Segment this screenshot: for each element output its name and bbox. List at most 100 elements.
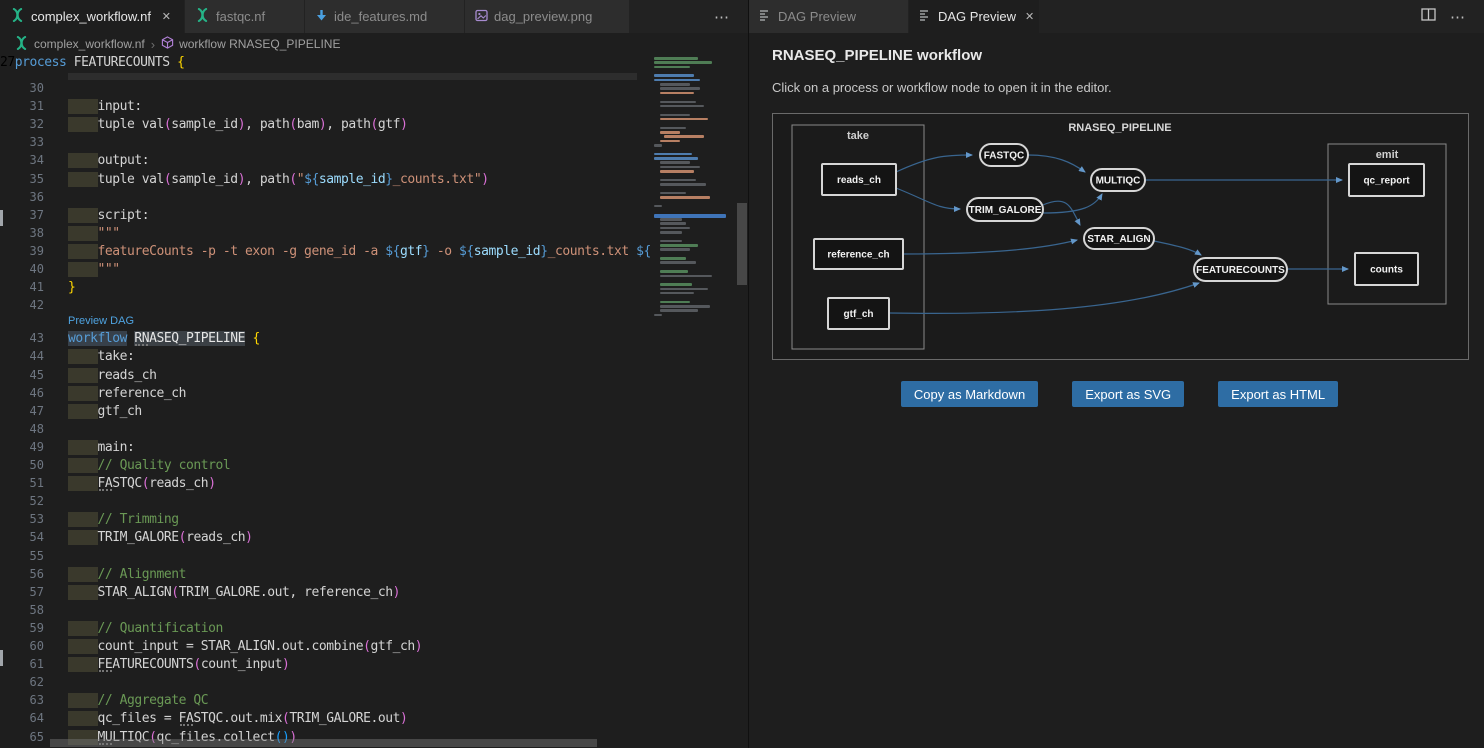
editor-line-54[interactable]: 54 TRIM_GALORE(reads_ch) — [0, 529, 650, 547]
editor-line-48[interactable]: 48 — [0, 421, 650, 439]
editor-line-46[interactable]: 46 reference_ch — [0, 385, 650, 403]
more-actions-icon[interactable]: ⋯ — [1450, 8, 1466, 26]
editor-line-62[interactable]: 62 — [0, 674, 650, 692]
dag-preview-panel: DAG PreviewDAG Preview✕ ⋯ RNASEQ_PIPELINE… — [748, 0, 1484, 748]
code-token: FEATURECOUNTS — [74, 55, 177, 70]
editor-line-42[interactable]: 42 — [0, 297, 650, 315]
editor-line-39[interactable]: 39 featureCounts -p -t exon -g gene_id -… — [0, 243, 650, 261]
dag-node-label-gtf_ch[interactable]: gtf_ch — [844, 309, 874, 320]
tab-dag-preview[interactable]: DAG Preview✕ — [909, 0, 1040, 33]
copy-as-markdown-button[interactable]: Copy as Markdown — [901, 381, 1038, 407]
editor-line-31[interactable]: 31 input: — [0, 98, 650, 116]
line-number: 60 — [0, 639, 44, 653]
dag-node-label-MULTIQC[interactable]: MULTIQC — [1096, 176, 1141, 187]
dag-node-label-FEATURECOUNTS[interactable]: FEATURECOUNTS — [1196, 265, 1285, 276]
minimap-line — [660, 222, 686, 225]
line-number: 58 — [0, 603, 44, 617]
editor-line-63[interactable]: 63 // Aggregate QC — [0, 692, 650, 710]
export-as-html-button[interactable]: Export as HTML — [1218, 381, 1338, 407]
code-token: // Quality control — [98, 458, 231, 473]
vertical-scrollbar-thumb[interactable] — [737, 203, 747, 285]
more-actions-icon[interactable]: ⋯ — [714, 8, 730, 26]
code-token: TRIM_GALORE.out — [289, 711, 400, 726]
dag-node-label-STAR_ALIGN[interactable]: STAR_ALIGN — [1087, 234, 1150, 245]
breadcrumb-file[interactable]: complex_workflow.nf — [34, 37, 145, 51]
editor-line-49[interactable]: 49 main: — [0, 439, 650, 457]
editor-line-53[interactable]: 53 // Trimming — [0, 511, 650, 529]
editor-line-44[interactable]: 44 take: — [0, 348, 650, 366]
horizontal-scrollbar-thumb[interactable] — [50, 739, 597, 747]
sticky-scroll-line[interactable]: 27process FEATURECOUNTS { — [0, 55, 650, 73]
tab-dag-preview-png[interactable]: dag_preview.png — [465, 0, 630, 33]
editor-line-45[interactable]: 45 reads_ch — [0, 367, 650, 385]
dag-group-label-take: take — [847, 130, 869, 142]
minimap-line — [660, 118, 708, 121]
editor-line-32[interactable]: 32 tuple val(sample_id), path(bam), path… — [0, 116, 650, 134]
dag-node-label-reference_ch[interactable]: reference_ch — [827, 250, 889, 261]
editor-line-37[interactable]: 37 script: — [0, 207, 650, 225]
line-number: 49 — [0, 440, 44, 454]
editor-actions: ⋯ — [1421, 0, 1484, 33]
tab-complex-workflow-nf[interactable]: complex_workflow.nf✕ — [0, 0, 185, 33]
code-token: ) — [245, 530, 252, 545]
editor-line-35[interactable]: 35 tuple val(sample_id), path("${sample_… — [0, 171, 650, 189]
code-editor[interactable]: 27process FEATURECOUNTS { 3031 input:32 … — [0, 55, 748, 748]
editor-line-58[interactable]: 58 — [0, 602, 650, 620]
minimap-line — [660, 292, 694, 295]
vscode-window: complex_workflow.nf✕fastqc.nfide_feature… — [0, 0, 1484, 748]
dag-node-label-qc_report[interactable]: qc_report — [1363, 176, 1410, 187]
codelens-preview-dag[interactable]: Preview DAG — [68, 315, 134, 327]
editor-line-64[interactable]: 64 qc_files = FASTQC.out.mix(TRIM_GALORE… — [0, 710, 650, 728]
close-icon[interactable]: ✕ — [159, 9, 174, 24]
minimap[interactable] — [650, 55, 736, 748]
dag-node-label-counts[interactable]: counts — [1370, 265, 1403, 276]
minimap-line — [654, 157, 698, 160]
editor-line-60[interactable]: 60 count_input = STAR_ALIGN.out.combine(… — [0, 638, 650, 656]
line-number: 41 — [0, 280, 44, 294]
editor-line-52[interactable]: 52 — [0, 493, 650, 511]
horizontal-scrollbar[interactable] — [0, 739, 736, 748]
dag-node-label-FASTQC[interactable]: FASTQC — [984, 151, 1025, 162]
editor-line-33[interactable]: 33 — [0, 134, 650, 152]
dag-node-label-TRIM_GALORE[interactable]: TRIM_GALORE — [969, 205, 1042, 216]
partially-scrolled-line — [68, 73, 637, 80]
editor-line-51[interactable]: 51 FASTQC(reads_ch) — [0, 475, 650, 493]
close-icon[interactable]: ✕ — [1022, 9, 1037, 24]
line-number: 34 — [0, 153, 44, 167]
code-token: -o — [430, 244, 460, 259]
editor-line-40[interactable]: 40 """ — [0, 261, 650, 279]
line-number: 42 — [0, 298, 44, 312]
code-token: process — [15, 55, 74, 70]
preview-icon — [919, 9, 932, 24]
split-editor-icon[interactable] — [1421, 8, 1436, 26]
tab-fastqc-nf[interactable]: fastqc.nf — [185, 0, 305, 33]
editor-line-59[interactable]: 59 // Quantification — [0, 620, 650, 638]
dag-node-label-reads_ch[interactable]: reads_ch — [837, 175, 881, 186]
editor-actions: ⋯ — [714, 0, 748, 33]
breadcrumb-symbol[interactable]: workflow RNASEQ_PIPELINE — [179, 37, 340, 51]
code-token: } — [422, 244, 429, 259]
editor-line-38[interactable]: 38 """ — [0, 225, 650, 243]
editor-line-55[interactable]: 55 — [0, 548, 650, 566]
editor-line-56[interactable]: 56 // Alignment — [0, 566, 650, 584]
editor-line-50[interactable]: 50 // Quality control — [0, 457, 650, 475]
editor-line-34[interactable]: 34 output: — [0, 152, 650, 170]
tab-ide-features-md[interactable]: ide_features.md — [305, 0, 465, 33]
editor-line-61[interactable]: 61 FEATURECOUNTS(count_input) — [0, 656, 650, 674]
minimap-line — [654, 153, 692, 156]
editor-line-47[interactable]: 47 gtf_ch — [0, 403, 650, 421]
minimap-line — [660, 92, 694, 95]
dag-edge-reference_ch-to-STAR_ALIGN — [903, 240, 1077, 254]
export-as-svg-button[interactable]: Export as SVG — [1072, 381, 1184, 407]
editor-line-41[interactable]: 41} — [0, 279, 650, 297]
tab-label: fastqc.nf — [216, 9, 265, 24]
editor-line-30[interactable]: 30 — [0, 80, 650, 98]
dag-preview-body: RNASEQ_PIPELINE workflow Click on a proc… — [749, 33, 1484, 748]
editor-line-43[interactable]: 43workflow RNASEQ_PIPELINE { — [0, 330, 650, 348]
vertical-scrollbar[interactable] — [736, 55, 748, 748]
minimap-line — [660, 140, 680, 143]
editor-line-57[interactable]: 57 STAR_ALIGN(TRIM_GALORE.out, reference… — [0, 584, 650, 602]
code-token: ) — [238, 172, 245, 187]
tab-dag-preview[interactable]: DAG Preview — [749, 0, 909, 33]
editor-line-36[interactable]: 36 — [0, 189, 650, 207]
